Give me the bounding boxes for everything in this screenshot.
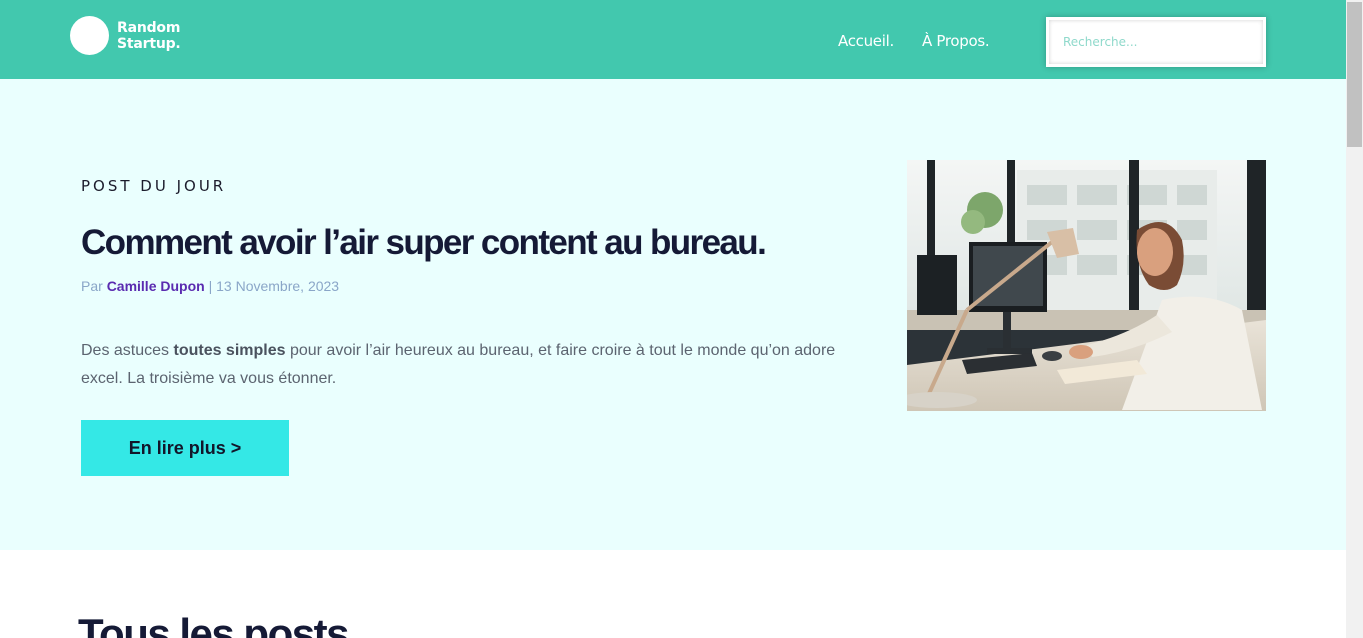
logo-circle-icon: [70, 16, 109, 55]
read-more-button[interactable]: En lire plus >: [81, 420, 289, 476]
page: Random Startup. Accueil. À Propos. POST …: [0, 0, 1346, 638]
search-input[interactable]: [1049, 20, 1263, 64]
post-title[interactable]: Comment avoir l’air super content au bur…: [81, 221, 841, 265]
main-nav: Accueil. À Propos.: [838, 31, 990, 51]
logo-text: Random Startup.: [117, 20, 181, 52]
site-header: Random Startup. Accueil. À Propos.: [0, 0, 1346, 79]
logo-line-2: Startup.: [117, 35, 181, 52]
meta-prefix: Par: [81, 278, 103, 294]
excerpt-bold: toutes simples: [173, 342, 286, 359]
section-title-all-posts: Tous les posts: [78, 610, 349, 638]
post-meta: Par Camille Dupon | 13 Novembre, 2023: [81, 278, 339, 294]
search-box: [1046, 17, 1266, 67]
post-date: 13 Novembre, 2023: [216, 278, 340, 294]
meta-separator: |: [208, 278, 213, 294]
post-image[interactable]: [907, 160, 1266, 411]
author-link[interactable]: Camille Dupon: [107, 278, 205, 294]
logo-line-1: Random: [117, 19, 181, 36]
nav-link-accueil[interactable]: Accueil.: [838, 31, 894, 51]
scrollbar-thumb[interactable]: [1347, 2, 1362, 147]
featured-post: POST DU JOUR Comment avoir l’air super c…: [0, 79, 1346, 550]
post-excerpt: Des astuces toutes simples pour avoir l’…: [81, 337, 841, 393]
logo-link[interactable]: Random Startup.: [70, 16, 181, 55]
excerpt-start: Des astuces: [81, 342, 174, 359]
post-kicker: POST DU JOUR: [81, 177, 227, 195]
page-scrollbar[interactable]: [1346, 0, 1363, 638]
nav-link-a-propos[interactable]: À Propos.: [922, 31, 990, 51]
office-photo-illustration: [907, 160, 1266, 411]
